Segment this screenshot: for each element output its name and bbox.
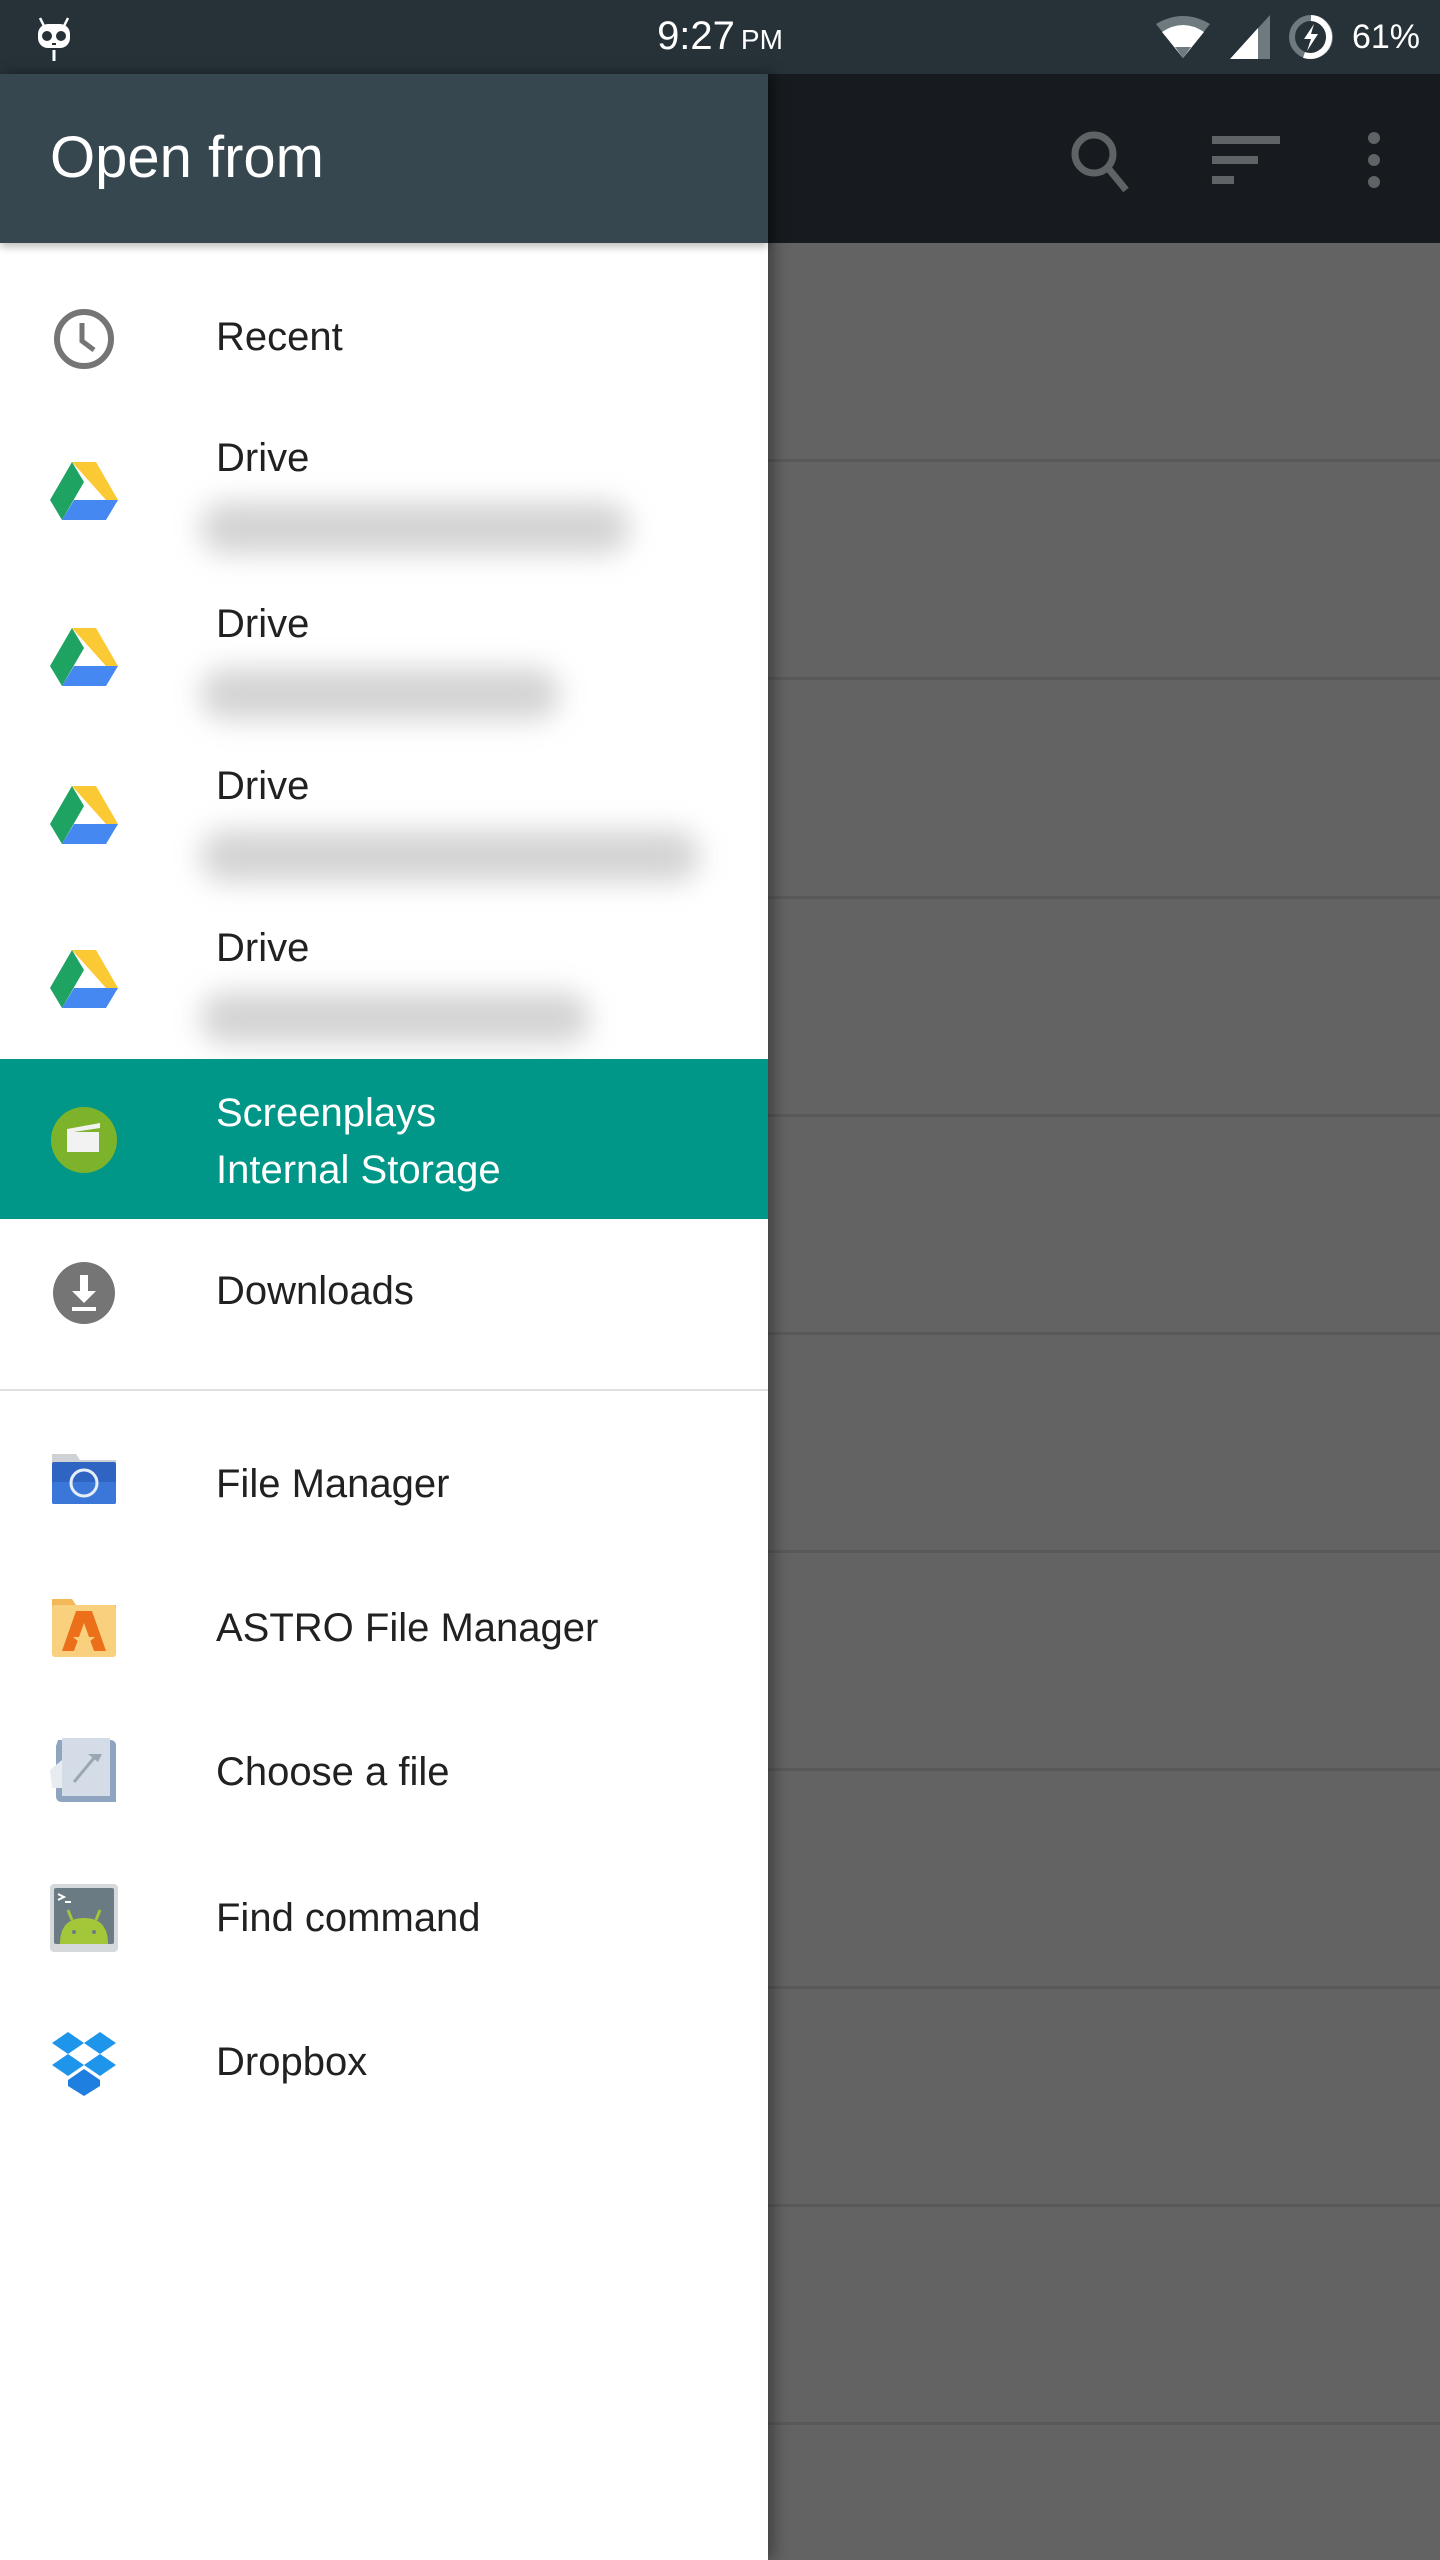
app-dropbox[interactable]: Dropbox xyxy=(0,1992,768,2136)
battery-charging-icon xyxy=(1288,15,1333,59)
root-label: Drive xyxy=(216,436,310,480)
app-label: Find command xyxy=(216,1896,481,1940)
navigation-drawer: Open from Recent Drive Drive Drive Drive… xyxy=(0,74,768,2560)
scrim-overlay[interactable] xyxy=(768,243,1440,2560)
app-astro[interactable]: ASTRO File Manager xyxy=(0,1556,768,1700)
app-label: File Manager xyxy=(216,1462,450,1506)
list-divider xyxy=(768,459,1440,462)
file-manager-icon xyxy=(52,1454,116,1504)
ampm-text: PM xyxy=(740,24,783,55)
root-recent[interactable]: Recent xyxy=(0,258,768,420)
battery-percent: 61% xyxy=(1351,17,1420,56)
sort-icon[interactable] xyxy=(1208,124,1280,196)
list-divider xyxy=(768,1114,1440,1117)
list-divider xyxy=(768,896,1440,899)
list-divider xyxy=(768,1550,1440,1553)
root-label: Drive xyxy=(216,926,310,970)
google-drive-icon xyxy=(50,628,118,686)
download-icon xyxy=(53,1262,115,1324)
root-sublabel: Internal Storage xyxy=(216,1148,501,1192)
root-label: Downloads xyxy=(216,1269,414,1313)
list-divider xyxy=(768,1768,1440,1771)
terminal-android-icon xyxy=(50,1884,118,1952)
dropbox-icon xyxy=(52,2032,116,2096)
app-file-manager[interactable]: File Manager xyxy=(0,1412,768,1556)
app-label: Dropbox xyxy=(216,2040,368,2084)
root-label: Drive xyxy=(216,602,310,646)
list-divider xyxy=(768,677,1440,680)
root-drive[interactable]: Drive xyxy=(0,420,768,582)
account-email-redacted xyxy=(200,830,700,882)
root-drive[interactable]: Drive xyxy=(0,906,768,1059)
status-icons: 61% xyxy=(1154,14,1420,60)
search-icon[interactable] xyxy=(1064,124,1136,196)
list-divider xyxy=(768,2204,1440,2207)
screenplays-icon xyxy=(51,1107,117,1173)
astro-icon xyxy=(52,1599,116,1657)
root-screenplays-selected[interactable]: Screenplays Internal Storage xyxy=(0,1059,768,1219)
status-bar: 9:27 PM 61% xyxy=(0,0,1440,74)
cell-signal-icon xyxy=(1229,15,1270,59)
app-label: ASTRO File Manager xyxy=(216,1606,599,1650)
section-divider xyxy=(0,1389,768,1391)
account-email-redacted xyxy=(200,992,590,1044)
app-choose-file[interactable]: Choose a file xyxy=(0,1700,768,1844)
choose-file-icon xyxy=(50,1738,116,1802)
root-drive[interactable]: Drive xyxy=(0,744,768,906)
root-label: Drive xyxy=(216,764,310,808)
wifi-icon xyxy=(1155,16,1210,58)
root-downloads[interactable]: Downloads xyxy=(0,1219,768,1389)
account-email-redacted xyxy=(200,668,560,720)
time-text: 9:27 xyxy=(657,14,735,58)
google-drive-icon xyxy=(50,950,118,1008)
root-drive[interactable]: Drive xyxy=(0,582,768,744)
app-label: Choose a file xyxy=(216,1750,450,1794)
more-vert-icon[interactable] xyxy=(1338,124,1410,196)
list-divider xyxy=(768,2422,1440,2425)
google-drive-icon xyxy=(50,462,118,520)
drawer-title: Open from xyxy=(50,125,324,190)
account-email-redacted xyxy=(200,502,630,554)
root-label: Screenplays xyxy=(216,1091,437,1135)
google-drive-icon xyxy=(50,786,118,844)
list-divider xyxy=(768,1332,1440,1335)
root-label: Recent xyxy=(216,315,343,359)
drawer-header: Open from xyxy=(0,74,768,243)
app-find-command[interactable]: Find command xyxy=(0,1844,768,1992)
clock-icon xyxy=(54,309,114,369)
list-divider xyxy=(768,1986,1440,1989)
